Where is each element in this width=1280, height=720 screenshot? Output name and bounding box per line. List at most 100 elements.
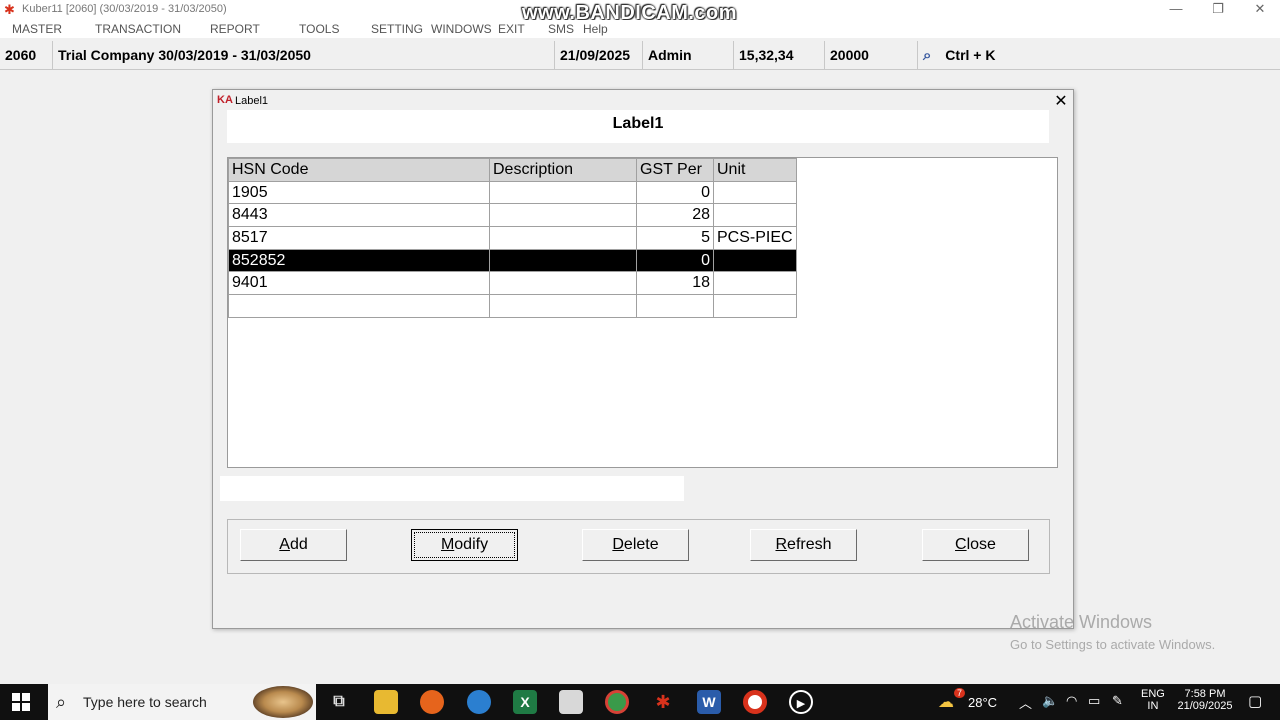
file-icon[interactable] xyxy=(559,690,583,714)
dialog-header-panel: Label1 xyxy=(227,110,1049,143)
menu-setting[interactable]: SETTING xyxy=(371,22,423,36)
delete-button-accel: D xyxy=(612,536,624,553)
notification-icon[interactable]: ▢ xyxy=(1248,692,1262,710)
clock[interactable]: 7:58 PM 21/09/2025 xyxy=(1174,688,1236,712)
cell-description[interactable] xyxy=(489,203,637,228)
table-row[interactable]: 9401 18 xyxy=(228,271,797,296)
search-highlight-saturn-icon xyxy=(253,686,313,718)
cell-hsn[interactable]: 8443 xyxy=(228,203,490,228)
battery-icon[interactable]: ▭ xyxy=(1088,693,1100,709)
cell-unit[interactable] xyxy=(713,294,797,318)
menu-master[interactable]: MASTER xyxy=(12,22,62,36)
column-header-description[interactable]: Description xyxy=(489,158,637,182)
menu-help[interactable]: Help xyxy=(583,22,608,36)
menu-windows[interactable]: WINDOWS xyxy=(431,22,492,36)
media-player-icon[interactable]: ▶ xyxy=(789,690,813,714)
file-explorer-icon[interactable] xyxy=(374,690,398,714)
status-shortcut: Ctrl + K xyxy=(945,47,996,63)
cell-description[interactable] xyxy=(489,294,637,318)
cell-gst[interactable]: 0 xyxy=(636,180,714,205)
language-indicator[interactable]: ENG IN xyxy=(1141,688,1165,712)
chrome-icon[interactable] xyxy=(605,690,629,714)
hsn-grid[interactable]: HSN Code Description GST Per Unit 1905 0… xyxy=(228,158,797,318)
firefox-icon[interactable] xyxy=(420,690,444,714)
app-logo-icon: ✱ xyxy=(4,2,15,17)
pen-icon[interactable]: ✎ xyxy=(1112,693,1123,709)
status-shortcut-cell[interactable]: ⌕ Ctrl + K xyxy=(918,41,1014,69)
cell-unit[interactable] xyxy=(713,248,797,273)
table-row[interactable]: 1905 0 xyxy=(228,180,797,205)
browser-app-icon[interactable] xyxy=(467,690,491,714)
status-company-name: Trial Company 30/03/2019 - 31/03/2050 xyxy=(53,41,555,69)
cell-hsn[interactable]: 9401 xyxy=(228,271,490,296)
menu-report[interactable]: REPORT xyxy=(210,22,260,36)
cell-description[interactable] xyxy=(489,180,637,205)
window-close-button[interactable]: ✕ xyxy=(1240,0,1280,20)
bandicam-record-icon[interactable] xyxy=(743,690,767,714)
refresh-button[interactable]: Refresh xyxy=(750,529,857,561)
dialog-app-icon: KA xyxy=(217,94,233,106)
cell-description[interactable] xyxy=(489,271,637,296)
column-header-unit[interactable]: Unit xyxy=(713,158,797,182)
taskbar-search-box[interactable]: ⌕ Type here to search xyxy=(48,684,316,720)
cell-gst[interactable]: 28 xyxy=(636,203,714,228)
hsn-grid-container[interactable]: HSN Code Description GST Per Unit 1905 0… xyxy=(227,157,1058,468)
task-view-icon[interactable]: ⧉ xyxy=(327,690,351,714)
dialog-close-icon[interactable]: ✕ xyxy=(1051,92,1071,112)
weather-icon[interactable]: ☁ xyxy=(938,692,954,712)
cell-gst[interactable] xyxy=(636,294,714,318)
menu-sms[interactable]: SMS xyxy=(548,22,574,36)
clock-time: 7:58 PM xyxy=(1184,688,1226,700)
status-company-code: 2060 xyxy=(0,41,53,69)
status-amount: 20000 xyxy=(825,41,918,69)
modify-button[interactable]: Modify xyxy=(411,529,518,561)
column-header-gst[interactable]: GST Per xyxy=(636,158,714,182)
cell-description[interactable] xyxy=(489,248,637,273)
column-header-hsn[interactable]: HSN Code xyxy=(228,158,490,182)
cell-unit[interactable] xyxy=(713,203,797,228)
speaker-icon[interactable]: 🔈 xyxy=(1042,693,1058,709)
cell-gst[interactable]: 0 xyxy=(636,248,714,273)
menu-transaction[interactable]: TRANSACTION xyxy=(95,22,181,36)
menu-exit[interactable]: EXIT xyxy=(498,22,525,36)
minimize-button[interactable]: — xyxy=(1156,0,1196,20)
windows-start-icon[interactable] xyxy=(12,693,30,711)
focus-rectangle xyxy=(414,532,515,558)
cell-hsn[interactable]: 1905 xyxy=(228,180,490,205)
cell-unit[interactable] xyxy=(713,271,797,296)
menu-tools[interactable]: TOOLS xyxy=(299,22,339,36)
chevron-up-icon[interactable]: ︿ xyxy=(1019,693,1032,712)
grid-header-row: HSN Code Description GST Per Unit xyxy=(228,158,797,182)
cell-gst[interactable]: 18 xyxy=(636,271,714,296)
restore-button[interactable]: ❐ xyxy=(1198,0,1238,20)
table-row[interactable]: 8443 28 xyxy=(228,203,797,228)
refresh-button-label: efresh xyxy=(787,536,832,553)
cell-hsn[interactable]: 852852 xyxy=(228,248,490,273)
search-icon: ⌕ xyxy=(56,692,67,712)
kuber-app-icon[interactable]: ✱ xyxy=(651,690,675,714)
table-row-selected[interactable]: 852852 0 xyxy=(228,248,797,273)
cell-unit[interactable]: PCS-PIEC xyxy=(713,226,797,250)
close-button[interactable]: Close xyxy=(922,529,1029,561)
delete-button[interactable]: Delete xyxy=(582,529,689,561)
weather-badge: 7 xyxy=(954,688,966,698)
clock-date: 21/09/2025 xyxy=(1177,700,1233,712)
wifi-icon[interactable]: ◠ xyxy=(1066,693,1077,709)
add-button[interactable]: Add xyxy=(240,529,347,561)
excel-icon[interactable]: X xyxy=(513,690,537,714)
cell-description[interactable] xyxy=(489,226,637,250)
hsn-dialog: KA Label1 ✕ Label1 HSN Code Description … xyxy=(212,89,1074,629)
menu-bar: MASTER TRANSACTION REPORT TOOLS SETTING … xyxy=(0,20,1280,38)
weather-temp[interactable]: 28°C xyxy=(968,695,997,710)
table-row[interactable]: 8517 5 PCS-PIEC xyxy=(228,226,797,250)
close-button-accel: C xyxy=(955,536,967,553)
cell-unit[interactable] xyxy=(713,180,797,205)
cell-hsn[interactable] xyxy=(228,294,490,318)
cell-hsn[interactable]: 8517 xyxy=(228,226,490,250)
dialog-header-label: Label1 xyxy=(612,115,664,132)
window-title: Kuber11 [2060] (30/03/2019 - 31/03/2050) xyxy=(22,3,227,15)
word-icon[interactable]: W xyxy=(697,690,721,714)
status-numbers: 15,32,34 xyxy=(734,41,825,69)
table-row-empty[interactable] xyxy=(228,294,797,318)
cell-gst[interactable]: 5 xyxy=(636,226,714,250)
